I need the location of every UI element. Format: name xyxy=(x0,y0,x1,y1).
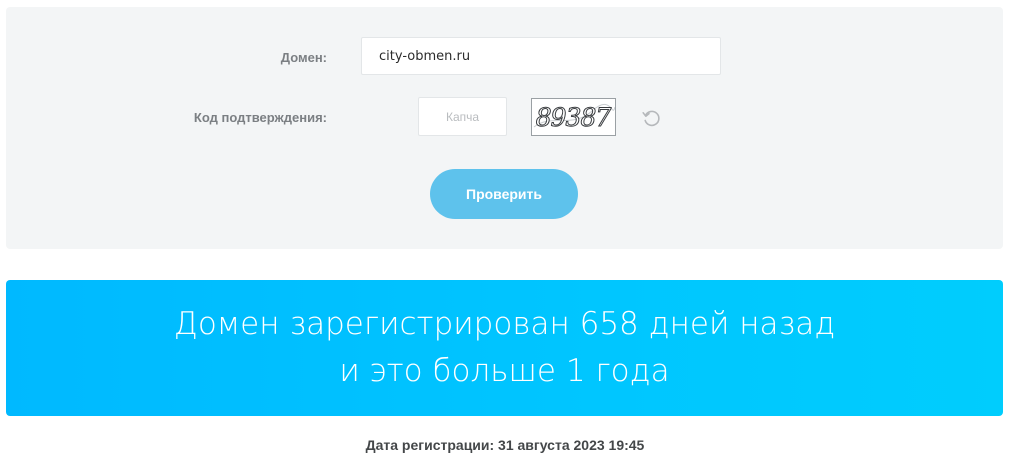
result-line-summary: и это больше 1 года xyxy=(339,353,670,389)
result-line-days: Домен зарегистрирован 658 дней назад xyxy=(173,306,836,342)
domain-input[interactable] xyxy=(361,37,721,75)
captcha-text: 89387 xyxy=(536,103,612,132)
domain-label: Домен: xyxy=(280,50,327,65)
captcha-label: Код подтверждения: xyxy=(193,110,327,125)
captcha-image: 89387 xyxy=(531,98,616,136)
check-button[interactable]: Проверить xyxy=(430,169,578,219)
result-banner: Домен зарегистрирован 658 дней назад и э… xyxy=(6,280,1003,416)
refresh-icon[interactable] xyxy=(640,106,664,130)
registration-date: Дата регистрации: 31 августа 2023 19:45 xyxy=(365,437,645,453)
captcha-input[interactable] xyxy=(418,97,507,136)
domain-check-form: Домен: Код подтверждения: 89387 Проверит… xyxy=(6,7,1003,249)
